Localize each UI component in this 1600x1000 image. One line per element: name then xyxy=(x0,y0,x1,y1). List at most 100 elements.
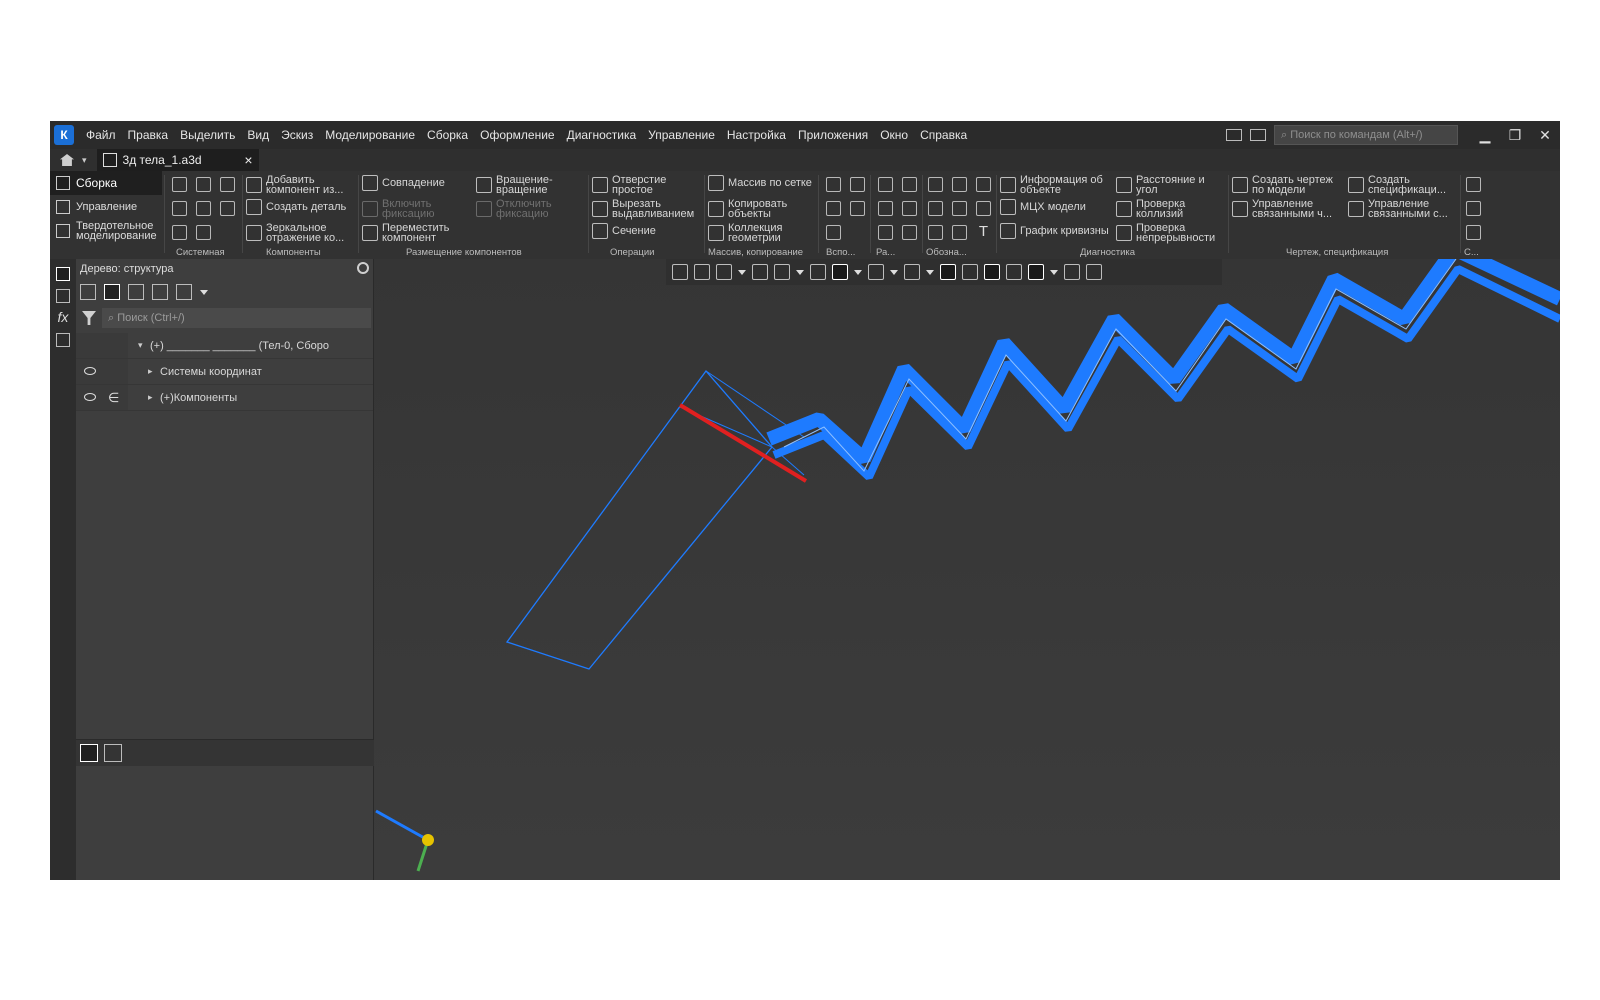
save-all-icon[interactable] xyxy=(220,201,235,216)
collapse-caret-icon[interactable]: ▸ xyxy=(148,366,153,377)
menu-sketch[interactable]: Эскиз xyxy=(275,128,319,142)
save-icon[interactable] xyxy=(220,177,235,192)
print-icon[interactable] xyxy=(172,201,187,216)
annotation-6-icon[interactable] xyxy=(976,201,991,216)
rotation-rotation-button[interactable]: Вращение-вращение xyxy=(476,175,586,196)
misc-tool-3-icon[interactable] xyxy=(1466,225,1481,240)
mode-assembly[interactable]: Сборка xyxy=(50,171,162,195)
menu-file[interactable]: Файл xyxy=(80,128,122,142)
surface-3-icon[interactable] xyxy=(878,201,893,216)
add-component-button[interactable]: Добавить компонент из... xyxy=(246,175,356,196)
component-view-icon[interactable] xyxy=(128,284,144,300)
list-view-icon[interactable] xyxy=(176,284,192,300)
menu-view[interactable]: Вид xyxy=(241,128,275,142)
mode-solid-modeling[interactable]: Твердотельное моделирование xyxy=(50,219,162,243)
annotation-5-icon[interactable] xyxy=(952,201,967,216)
misc-tool-2-icon[interactable] xyxy=(1466,201,1481,216)
select-view-icon[interactable] xyxy=(152,284,168,300)
mode-management[interactable]: Управление xyxy=(50,195,162,219)
undo-icon[interactable] xyxy=(172,225,187,240)
menu-management[interactable]: Управление xyxy=(642,128,721,142)
layout-icon[interactable] xyxy=(1226,129,1242,141)
curvature-graph-button[interactable]: График кривизны xyxy=(1000,223,1110,239)
manage-linked-drawings-button[interactable]: Управление связанными ч... xyxy=(1232,199,1344,220)
eye-icon[interactable] xyxy=(84,367,96,375)
include-icon[interactable]: ∈ xyxy=(108,390,119,406)
restore-button[interactable]: ❐ xyxy=(1500,127,1530,144)
surface-4-icon[interactable] xyxy=(902,201,917,216)
expand-caret-icon[interactable]: ▾ xyxy=(138,340,143,351)
menu-help[interactable]: Справка xyxy=(914,128,973,142)
collision-check-button[interactable]: Проверка коллизий xyxy=(1116,199,1226,220)
new-file-icon[interactable] xyxy=(172,177,187,192)
create-drawing-button[interactable]: Создать чертеж по модели xyxy=(1232,175,1344,196)
layers-icon[interactable] xyxy=(56,333,70,347)
annotation-2-icon[interactable] xyxy=(952,177,967,192)
redo-icon[interactable] xyxy=(196,225,211,240)
distance-angle-button[interactable]: Расстояние и угол xyxy=(1116,175,1226,196)
properties-tab-icon[interactable] xyxy=(104,744,122,762)
selected-edge[interactable] xyxy=(678,403,808,483)
annotation-3-icon[interactable] xyxy=(976,177,991,192)
create-spec-button[interactable]: Создать спецификаци... xyxy=(1348,175,1456,196)
tree-row-root[interactable]: ▾ (+) _______ _______ (Тел-0, Сборо xyxy=(76,333,373,359)
aux-point-icon[interactable] xyxy=(826,201,841,216)
tree-row-components[interactable]: ∈ ▸ (+)Компоненты xyxy=(76,385,373,411)
menu-apps[interactable]: Приложения xyxy=(792,128,874,142)
tree-view-icon[interactable] xyxy=(80,284,96,300)
surface-icon[interactable] xyxy=(878,177,893,192)
structure-view-icon[interactable] xyxy=(104,284,120,300)
aux-axis-icon[interactable] xyxy=(826,177,841,192)
surface-2-icon[interactable] xyxy=(902,177,917,192)
simple-hole-button[interactable]: Отверстие простое xyxy=(592,175,702,196)
tree-tab-icon[interactable] xyxy=(80,744,98,762)
enable-fix-button[interactable]: Включить фиксацию xyxy=(362,199,472,220)
gear-icon[interactable] xyxy=(357,262,369,274)
app-logo-icon[interactable]: К xyxy=(54,125,74,145)
3d-viewport[interactable] xyxy=(374,259,1560,880)
move-component-button[interactable]: Переместить компонент xyxy=(362,223,472,244)
preview-icon[interactable] xyxy=(196,201,211,216)
minimize-button[interactable]: ▁ xyxy=(1470,127,1500,144)
surface-5-icon[interactable] xyxy=(878,225,893,240)
tree-row-coordinate-systems[interactable]: ▸ Системы координат xyxy=(76,359,373,385)
grid-array-button[interactable]: Массив по сетке xyxy=(708,175,816,191)
command-search-input[interactable]: ⌕ Поиск по командам (Alt+/) xyxy=(1274,125,1458,145)
menu-diagnostics[interactable]: Диагностика xyxy=(561,128,643,142)
tree-search-input[interactable]: ⌕ Поиск (Ctrl+/) xyxy=(102,308,371,328)
menu-edit[interactable]: Правка xyxy=(122,128,175,142)
filter-icon[interactable] xyxy=(82,311,96,325)
annotation-8-icon[interactable] xyxy=(952,225,967,240)
create-part-button[interactable]: Создать деталь xyxy=(246,199,356,215)
variables-icon[interactable]: fx xyxy=(50,309,76,325)
menu-design[interactable]: Оформление xyxy=(474,128,560,142)
misc-tool-icon[interactable] xyxy=(1466,177,1481,192)
home-icon[interactable] xyxy=(60,154,74,166)
open-folder-icon[interactable] xyxy=(196,177,211,192)
geometry-collection-button[interactable]: Коллекция геометрии xyxy=(708,223,816,244)
menu-assembly[interactable]: Сборка xyxy=(421,128,474,142)
eye-icon[interactable] xyxy=(84,393,96,401)
menu-window[interactable]: Окно xyxy=(874,128,914,142)
menu-select[interactable]: Выделить xyxy=(174,128,241,142)
close-window-button[interactable]: ✕ xyxy=(1530,127,1560,144)
screenshot-icon[interactable] xyxy=(1250,129,1266,141)
menu-settings[interactable]: Настройка xyxy=(721,128,792,142)
manage-linked-specs-button[interactable]: Управление связанными с... xyxy=(1348,199,1456,220)
tree-structure-icon[interactable] xyxy=(56,267,70,281)
continuity-check-button[interactable]: Проверка непрерывности xyxy=(1116,223,1226,244)
copy-objects-button[interactable]: Копировать объекты xyxy=(708,199,816,220)
menu-modeling[interactable]: Моделирование xyxy=(319,128,421,142)
mirror-component-button[interactable]: Зеркальное отражение ко... xyxy=(246,223,356,244)
close-tab-icon[interactable]: × xyxy=(244,152,252,168)
chevron-down-icon[interactable] xyxy=(200,289,208,295)
surface-6-icon[interactable] xyxy=(902,225,917,240)
collapse-caret-icon[interactable]: ▸ xyxy=(148,392,153,403)
aux-line-icon[interactable] xyxy=(826,225,841,240)
aux-cs-icon[interactable] xyxy=(850,201,865,216)
disable-fix-button[interactable]: Отключить фиксацию xyxy=(476,199,586,220)
document-tab[interactable]: 3д тела_1.a3d × xyxy=(96,149,259,171)
annotation-4-icon[interactable] xyxy=(928,201,943,216)
properties-icon[interactable] xyxy=(56,289,70,303)
object-info-button[interactable]: Информация об объекте xyxy=(1000,175,1110,196)
